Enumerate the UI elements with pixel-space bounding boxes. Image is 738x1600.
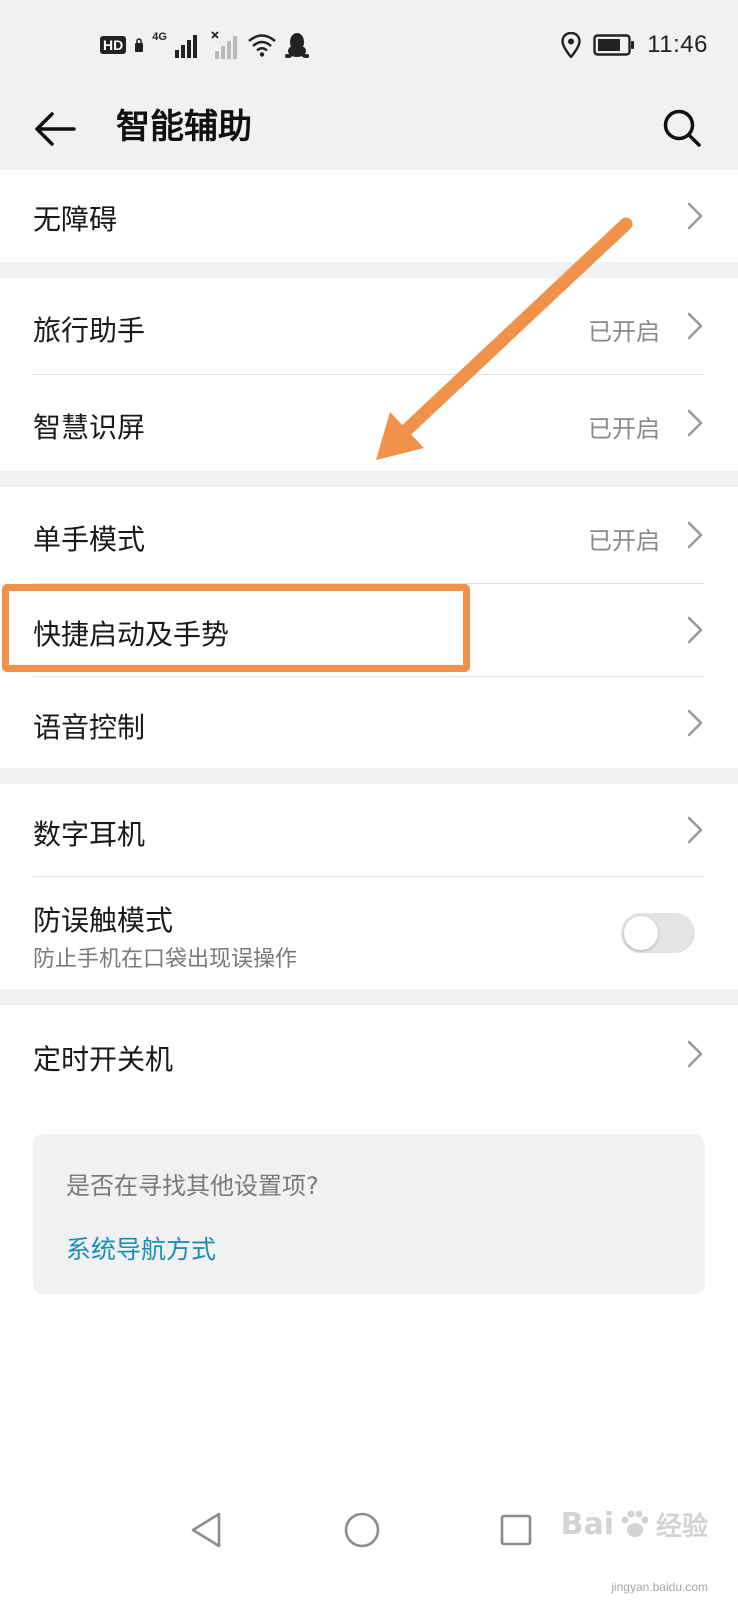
settings-item-scheduled-power[interactable]: 定时开关机 [0,1005,738,1105]
paw-icon [621,1510,649,1537]
settings-item-label: 智慧识屏 [33,411,146,444]
status-text: 已开启 [588,318,660,346]
search-button[interactable] [656,102,708,154]
settings-item-label: 定时开关机 [33,1043,174,1076]
pocket-mode-toggle[interactable] [621,913,695,953]
settings-item-label: 无障碍 [33,203,118,236]
screen: HD 4G 11:46 智能辅助 无障碍 旅行助手 已开启 智慧识屏 已开启 单… [0,0,738,1600]
settings-item-pocket-mode[interactable]: 防误触模式 防止手机在口袋出现误操作 [0,877,738,989]
settings-item-label: 语音控制 [33,711,146,744]
settings-item-accessibility[interactable]: 无障碍 [0,170,738,262]
watermark-text: Bai [560,1507,614,1542]
qq-penguin-icon [284,32,309,58]
nav-back-button[interactable] [176,1500,236,1560]
wifi-icon [247,33,277,57]
hd-badge: HD [100,36,127,54]
suggestion-question: 是否在寻找其他设置项? [66,1172,319,1200]
nav-recents-button[interactable] [486,1500,546,1560]
watermark-domain: jingyan.baidu.com [611,1580,708,1594]
settings-item-smart-screen-recognition[interactable]: 智慧识屏 已开启 [0,375,738,471]
section-gap [0,471,738,487]
arrow-left-icon [35,112,76,146]
signal-no-service-icon [211,31,239,59]
chevron-right-icon [687,709,703,737]
location-icon [561,32,581,58]
network-type-label: 4G [152,31,167,43]
settings-item-label: 数字耳机 [33,818,146,851]
status-left-group: HD 4G [100,28,309,62]
status-right-group: 11:46 [561,28,708,62]
chevron-right-icon [687,202,703,230]
chevron-right-icon [687,616,703,644]
battery-icon [593,34,635,56]
signal-icon [174,32,203,58]
status-bar: HD 4G 11:46 [0,0,738,86]
settings-item-label: 旅行助手 [33,314,146,347]
nav-home-button[interactable] [332,1500,392,1560]
chevron-right-icon [687,1040,703,1068]
toggle-knob [624,916,658,950]
back-button[interactable] [30,104,80,154]
status-text: 已开启 [588,527,660,555]
system-navigation-link[interactable]: 系统导航方式 [66,1230,216,1266]
chevron-right-icon [687,816,703,844]
square-recents-icon [500,1514,532,1546]
page-title: 智能辅助 [116,107,252,147]
chevron-right-icon [687,312,703,340]
circle-home-icon [344,1512,380,1548]
annotation-highlight-box [2,584,470,672]
search-icon [663,109,701,147]
settings-item-voice-control[interactable]: 语音控制 [0,677,738,768]
sim-lock-icon [134,37,144,53]
clock: 11:46 [647,31,708,58]
section-gap [0,768,738,784]
watermark-cn: 经验 [655,1512,708,1542]
settings-item-label: 单手模式 [33,523,146,556]
suggestion-card: 是否在寻找其他设置项? 系统导航方式 [33,1134,705,1294]
section-gap [0,989,738,1005]
chevron-right-icon [687,409,703,437]
settings-item-subtitle: 防止手机在口袋出现误操作 [33,947,298,972]
section-gap [0,262,738,278]
settings-item-one-hand-mode[interactable]: 单手模式 已开启 [0,487,738,583]
triangle-back-icon [191,1512,221,1548]
chevron-right-icon [687,521,703,549]
settings-item-label: 防误触模式 [33,904,174,937]
settings-item-travel-assistant[interactable]: 旅行助手 已开启 [0,278,738,374]
status-text: 已开启 [588,415,660,443]
app-header: 智能辅助 [0,86,738,170]
settings-item-digital-earphone[interactable]: 数字耳机 [0,784,738,876]
baidu-watermark: Bai 经验 [561,1506,708,1543]
